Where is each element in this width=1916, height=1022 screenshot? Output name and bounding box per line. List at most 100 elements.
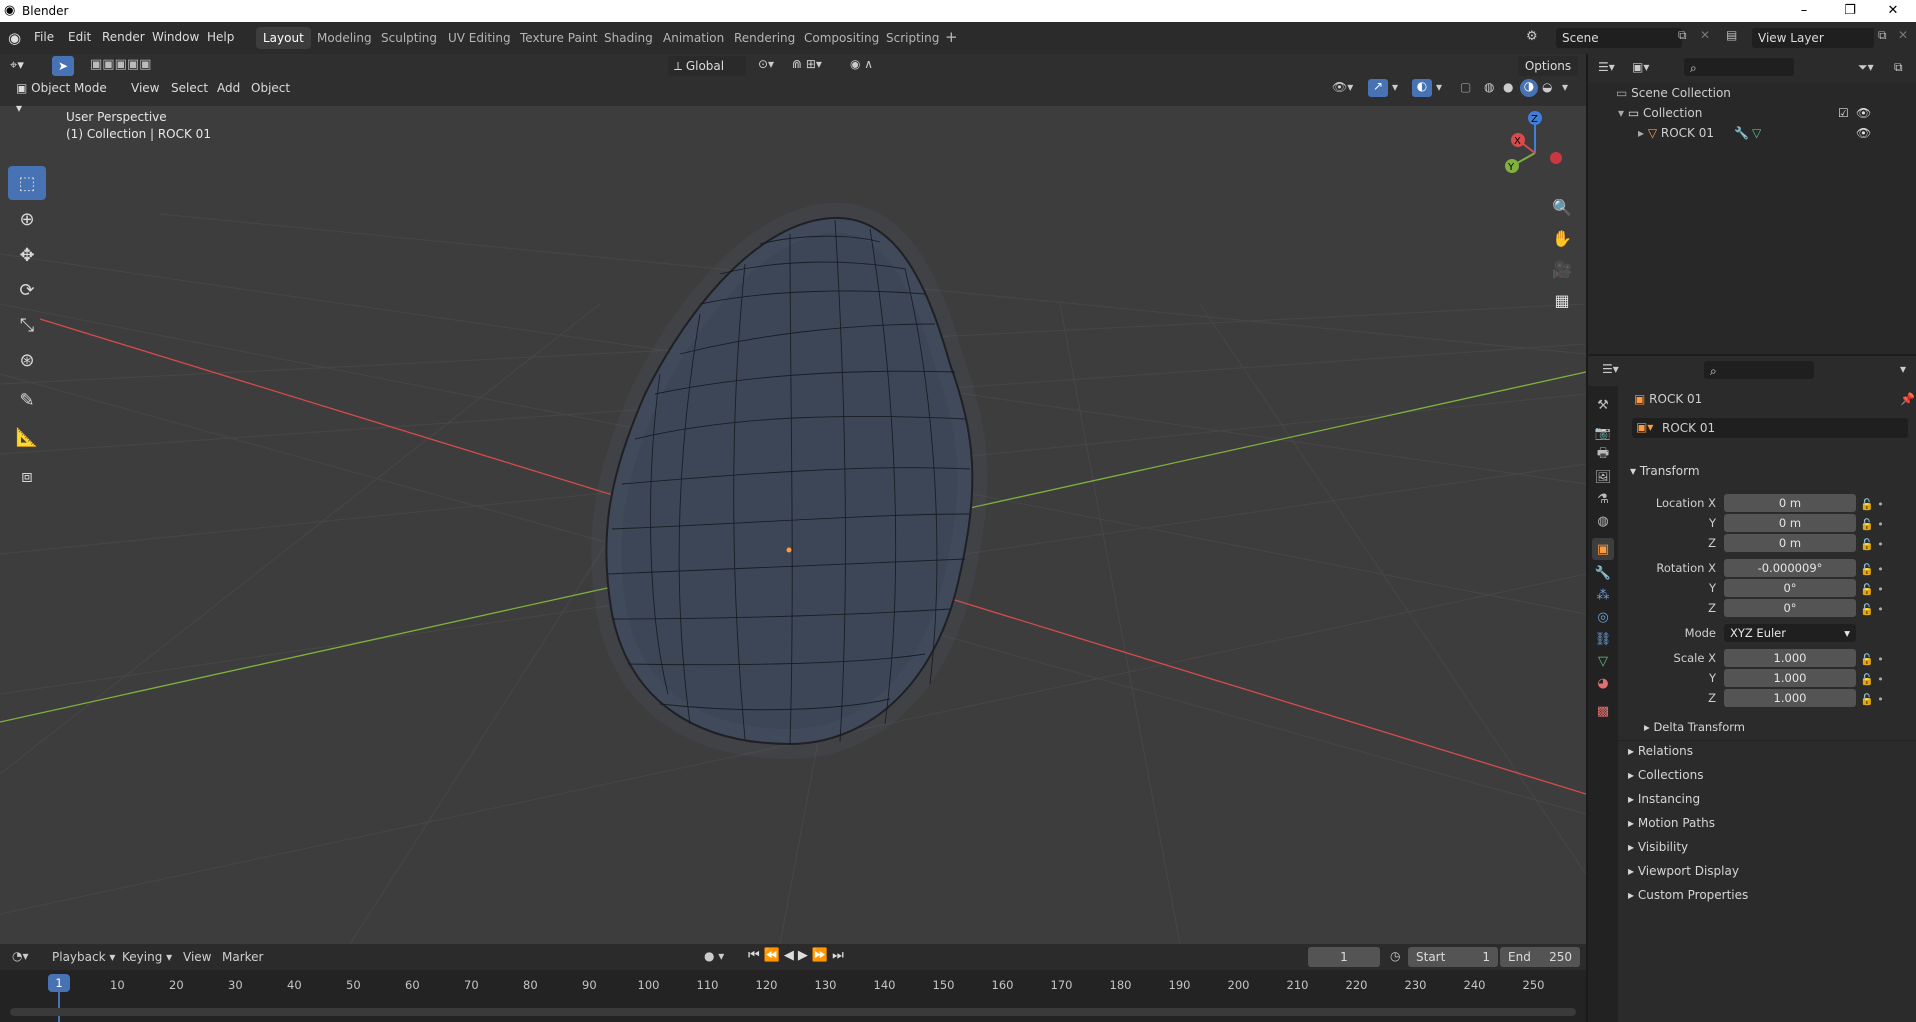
orientation-dropdown[interactable]: ⟂ Global <box>668 56 746 76</box>
chevron-down-icon[interactable]: ▾ <box>1900 362 1906 376</box>
playback-controls[interactable]: ⏮⏪◀▶⏩⏭ <box>748 948 848 963</box>
menu-object[interactable]: Object <box>251 81 290 95</box>
rotation-x-field[interactable]: -0.000009° <box>1724 559 1856 577</box>
3d-viewport[interactable]: ⌖▾ ➤ ▣▣▣▣▣ ⟂ Global ⊙▾ ⋒ ⊞▾ ◉ ∧ Options … <box>0 54 1586 944</box>
rotation-y-field[interactable]: 0° <box>1724 579 1856 597</box>
overlays-dropdown-icon[interactable]: ▾ <box>1436 80 1442 94</box>
navigation-gizmo[interactable]: Z Y X <box>1490 108 1580 198</box>
timeline-scrollbar[interactable] <box>10 1008 1576 1016</box>
properties-editor-icon[interactable]: ☰▾ <box>1602 362 1619 376</box>
custom-properties-panel-header[interactable]: ▸ Custom Properties <box>1628 888 1748 902</box>
lock-icon[interactable]: 🔓 • <box>1860 690 1884 710</box>
location-y-field[interactable]: 0 m <box>1724 514 1856 532</box>
menu-view[interactable]: View <box>131 81 159 95</box>
rotate-tool[interactable]: ⟳ <box>8 273 46 307</box>
lock-icon[interactable]: 🔓 • <box>1860 600 1884 620</box>
object-tab-icon[interactable]: ▣ <box>1592 538 1614 560</box>
delete-view-layer-icon[interactable]: ✕ <box>1898 28 1908 42</box>
physics-tab-icon[interactable]: ◎ <box>1592 606 1614 628</box>
tab-animation[interactable]: Animation <box>656 27 731 49</box>
lock-icon[interactable]: 🔓 • <box>1860 515 1884 535</box>
new-scene-icon[interactable]: ⧉ <box>1678 28 1687 43</box>
render-tab-icon[interactable]: 📷 <box>1592 422 1614 444</box>
pivot-point-icon[interactable]: ⊙▾ <box>758 57 774 71</box>
tab-compositing[interactable]: Compositing <box>797 27 886 49</box>
relations-panel-header[interactable]: ▸ Relations <box>1628 744 1693 758</box>
gizmo-toggle-icon[interactable]: ↗ <box>1368 79 1388 97</box>
blender-menu-icon[interactable]: ◉ <box>8 29 21 47</box>
tab-texture-paint[interactable]: Texture Paint <box>513 27 604 49</box>
expand-icon[interactable]: ▾ <box>1618 106 1628 120</box>
measure-tool[interactable]: 📐 <box>8 420 46 454</box>
scene-icon[interactable]: ⚙ <box>1526 29 1538 44</box>
data-tab-icon[interactable]: ▽ <box>1592 650 1614 672</box>
viewport-display-panel-header[interactable]: ▸ Viewport Display <box>1628 864 1739 878</box>
transform-tool[interactable]: ⊛ <box>8 343 46 377</box>
texture-tab-icon[interactable]: ▩ <box>1592 700 1614 722</box>
tab-sculpting[interactable]: Sculpting <box>374 27 444 49</box>
lock-icon[interactable]: 🔓 • <box>1860 495 1884 515</box>
snap-icon[interactable]: ⋒ ⊞▾ <box>792 57 822 71</box>
wireframe-shading-icon[interactable]: ◍ <box>1484 80 1494 94</box>
instancing-panel-header[interactable]: ▸ Instancing <box>1628 792 1700 806</box>
collection-visibility-icon[interactable]: 👁 <box>1856 106 1871 120</box>
material-tab-icon[interactable]: ◕ <box>1592 672 1614 694</box>
view-layer-selector[interactable]: View Layer <box>1752 28 1874 48</box>
tab-uv-editing[interactable]: UV Editing <box>441 27 518 49</box>
tab-rendering[interactable]: Rendering <box>727 27 802 49</box>
outliner-row-collection[interactable]: ▾ ▭ Collection ☑ 👁 <box>1618 106 1916 120</box>
timeline-editor-icon[interactable]: ◔▾ <box>12 949 29 963</box>
scale-tool[interactable]: ⤡ <box>8 308 46 342</box>
start-frame-field[interactable]: Start 1 <box>1408 947 1498 967</box>
view-layer-tab-icon[interactable]: 🖼 <box>1592 466 1614 488</box>
collections-panel-header[interactable]: ▸ Collections <box>1628 768 1703 782</box>
playhead[interactable]: 1 <box>48 974 70 992</box>
select-mode-icon[interactable]: ➤ <box>52 56 74 76</box>
rotation-mode-dropdown[interactable]: XYZ Euler ▾ <box>1724 624 1856 642</box>
proportional-edit-icon[interactable]: ◉ ∧ <box>850 57 873 71</box>
mesh-data-icon[interactable]: ▽ <box>1752 126 1761 140</box>
select-box-tool[interactable]: ⬚ <box>8 166 46 200</box>
tool-tab-icon[interactable]: ⚒ <box>1592 394 1614 416</box>
menu-marker[interactable]: Marker <box>222 950 263 964</box>
constraints-tab-icon[interactable]: ⛓ <box>1592 628 1614 650</box>
maximize-button[interactable]: ❐ <box>1827 0 1873 22</box>
menu-playback[interactable]: Playback ▾ <box>52 950 115 964</box>
lock-icon[interactable]: 🔓 • <box>1860 560 1884 580</box>
expand-icon[interactable]: ▸ <box>1638 126 1648 140</box>
annotate-tool[interactable]: ✎ <box>8 383 46 417</box>
scene-selector[interactable]: Scene <box>1556 28 1682 48</box>
menu-render[interactable]: Render <box>102 30 145 44</box>
options-dropdown[interactable]: Options <box>1518 56 1578 76</box>
menu-add[interactable]: Add <box>217 81 240 95</box>
modifier-wrench-icon[interactable]: 🔧 <box>1734 126 1749 140</box>
rotation-z-field[interactable]: 0° <box>1724 599 1856 617</box>
selection-modes-icon[interactable]: ▣▣▣▣▣ <box>90 57 151 72</box>
menu-edit[interactable]: Edit <box>68 30 91 44</box>
camera-view-icon[interactable]: 🎥 <box>1549 256 1575 282</box>
object-name-field[interactable]: ▣▾ ROCK 01 <box>1632 418 1908 438</box>
new-collection-icon[interactable]: ⧉ <box>1894 60 1903 75</box>
visibility-icon[interactable]: 👁▾ <box>1332 80 1353 94</box>
outliner-search-input[interactable]: ⌕ <box>1684 58 1794 76</box>
transform-panel-header[interactable]: ▾ Transform <box>1630 464 1700 478</box>
outliner-editor-icon[interactable]: ☰▾ <box>1598 60 1615 74</box>
world-tab-icon[interactable]: ◍ <box>1592 510 1614 532</box>
tab-scripting[interactable]: Scripting <box>879 27 946 49</box>
minimize-button[interactable]: – <box>1781 0 1827 22</box>
menu-window[interactable]: Window <box>152 30 199 44</box>
filter-icon[interactable]: ⏷▾ <box>1858 60 1874 75</box>
move-tool[interactable]: ✥ <box>8 238 46 272</box>
add-cube-tool[interactable]: ⧈ <box>8 459 46 493</box>
view-layer-icon[interactable]: ▤ <box>1726 28 1737 42</box>
overlays-toggle-icon[interactable]: ◐ <box>1412 79 1432 97</box>
location-z-field[interactable]: 0 m <box>1724 534 1856 552</box>
tab-layout[interactable]: Layout <box>256 27 311 49</box>
motion-paths-panel-header[interactable]: ▸ Motion Paths <box>1628 816 1715 830</box>
visibility-panel-header[interactable]: ▸ Visibility <box>1628 840 1688 854</box>
current-frame-field[interactable]: 1 <box>1308 947 1380 967</box>
object-visibility-icon[interactable]: 👁 <box>1856 126 1871 140</box>
gizmo-dropdown-icon[interactable]: ▾ <box>1392 80 1398 94</box>
rendered-shading-icon[interactable]: ◒ <box>1542 80 1552 94</box>
tab-modeling[interactable]: Modeling <box>310 27 379 49</box>
